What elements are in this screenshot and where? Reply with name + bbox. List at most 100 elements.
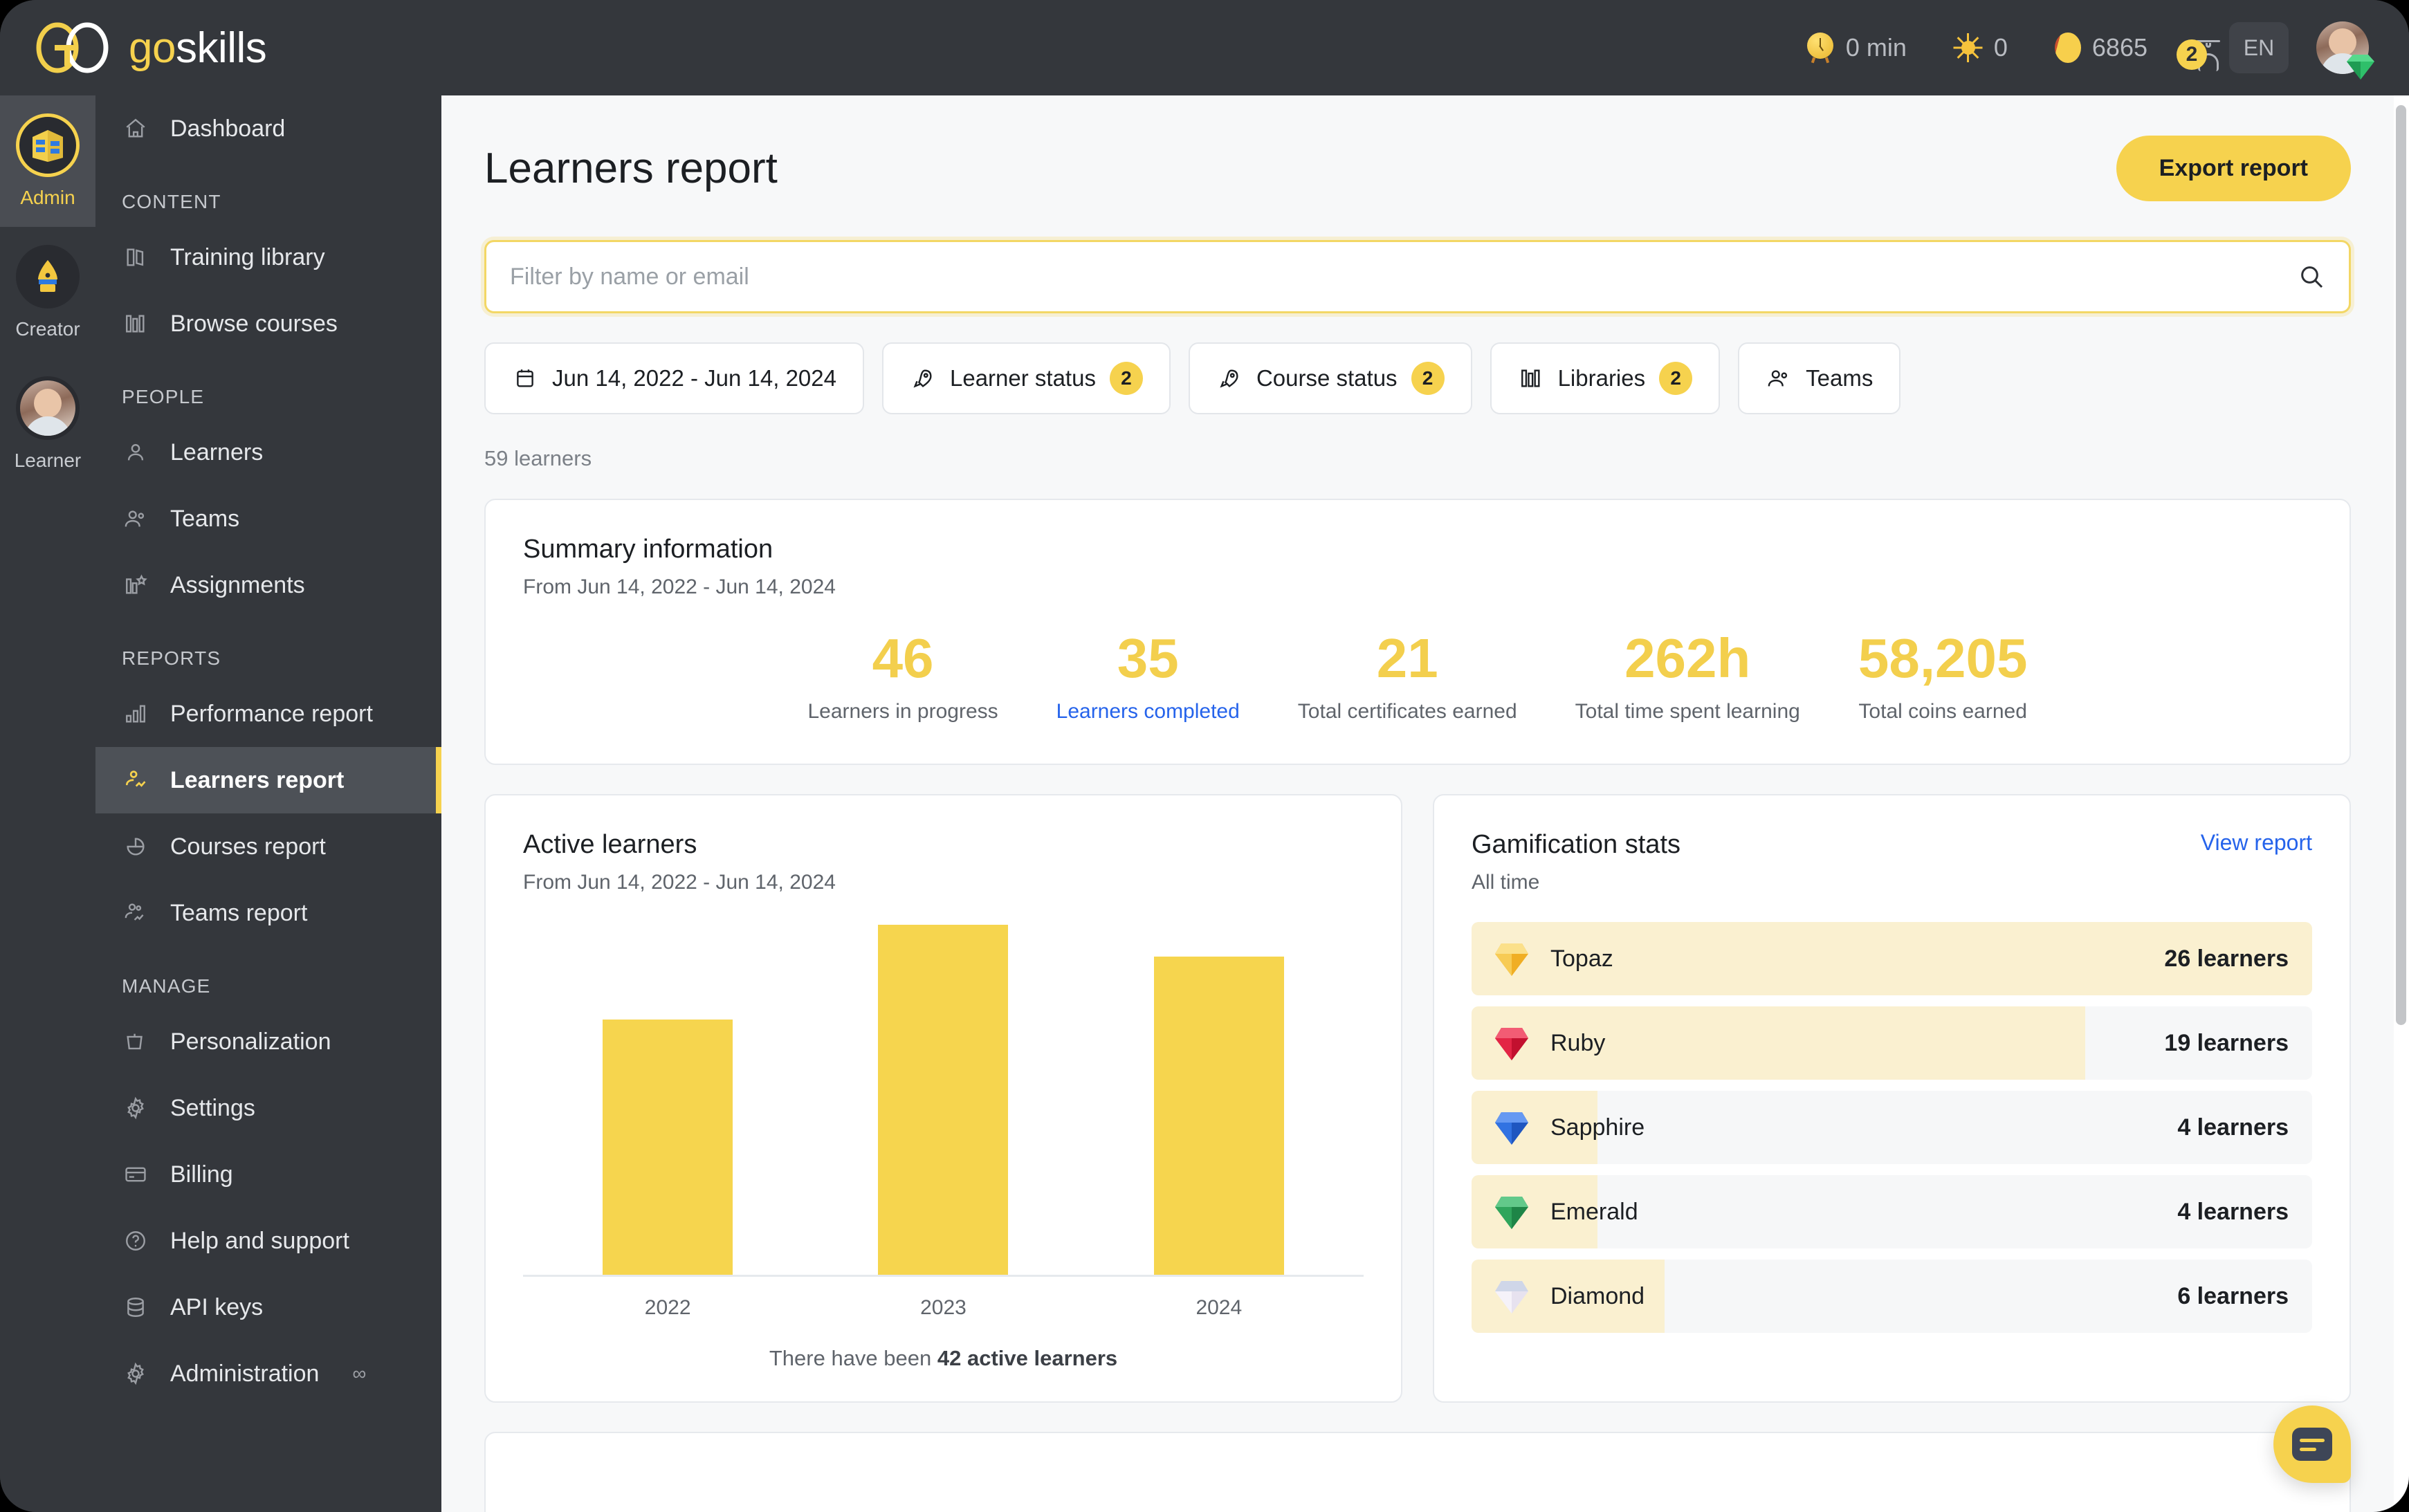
rail-label-learner: Learner	[14, 450, 82, 471]
sidebar-item-help-and-support[interactable]: Help and support	[95, 1208, 441, 1274]
gamification-row-topaz[interactable]: Topaz 26 learners	[1472, 922, 2312, 995]
chart-bar[interactable]	[1153, 956, 1284, 1275]
gamification-row-ruby[interactable]: Ruby 19 learners	[1472, 1006, 2312, 1080]
chart-axis-labels: 2022 2023 2024	[530, 1296, 1357, 1320]
filter-chip-learner-status[interactable]: Learner status 2	[882, 342, 1171, 414]
filter-chip-libraries[interactable]: Libraries 2	[1490, 342, 1721, 414]
gamification-name: Sapphire	[1550, 1114, 1645, 1141]
stat-total-coins-earned: 58,205 Total coins earned	[1829, 629, 2057, 723]
top-bar-right: 0 min 0 6865 2 EN	[1782, 21, 2374, 80]
rail-item-learner[interactable]: Learner	[0, 358, 95, 490]
brand-skills: skills	[175, 24, 267, 72]
infinity-logo-icon	[36, 22, 111, 73]
chart-bar[interactable]	[878, 925, 1009, 1275]
chat-support-button[interactable]	[2273, 1405, 2351, 1483]
page-scrollbar-thumb[interactable]	[2396, 105, 2406, 1025]
sidebar-item-settings[interactable]: Settings	[95, 1075, 441, 1141]
sidebar-item-assignments[interactable]: Assignments	[95, 552, 441, 618]
sidebar-item-billing[interactable]: Billing	[95, 1141, 441, 1208]
sidebar-section-manage: MANAGE	[122, 975, 211, 997]
filter-chip-date-range[interactable]: Jun 14, 2022 - Jun 14, 2024	[484, 342, 864, 414]
sidebar-item-teams[interactable]: Teams	[95, 486, 441, 552]
gamification-value: 4 learners	[2177, 1198, 2289, 1225]
coin-icon	[2054, 33, 2081, 63]
rail-label-creator: Creator	[15, 318, 80, 340]
chart-tick-label: 2023	[920, 1296, 967, 1319]
rocket-icon	[910, 365, 936, 391]
search-input[interactable]	[510, 263, 2298, 291]
bar-chart-icon	[122, 700, 149, 728]
sidebar-item-api-keys[interactable]: API keys	[95, 1274, 441, 1340]
stat-value: 21	[1376, 627, 1438, 689]
team-report-icon	[122, 899, 149, 927]
sidebar-item-administration[interactable]: Administration ∞	[95, 1340, 441, 1407]
gamification-row-emerald[interactable]: Emerald 4 learners	[1472, 1175, 2312, 1248]
active-learners-subtitle: From Jun 14, 2022 - Jun 14, 2024	[523, 871, 836, 894]
stat-label: Total time spent learning	[1575, 700, 1800, 723]
app-window: goskills 0 min 0 6865 2 EN Admin Creator…	[0, 0, 2409, 1512]
filter-label-date-range: Jun 14, 2022 - Jun 14, 2024	[552, 365, 836, 391]
chart-bar-slot-2023	[805, 925, 1081, 1275]
sidebar-nav: Dashboard CONTENT Training library Brows…	[95, 95, 441, 1512]
sapphire-gem-icon	[1492, 1109, 1531, 1146]
filter-badge-course-status: 2	[1411, 362, 1445, 395]
stat-value: 35	[1117, 627, 1179, 689]
coins-stat[interactable]: 6865	[2031, 33, 2171, 63]
sidebar-item-personalization[interactable]: Personalization	[95, 1008, 441, 1075]
assignment-star-icon	[122, 571, 149, 599]
chart-bar[interactable]	[603, 1019, 733, 1275]
book-icon	[122, 243, 149, 271]
gamification-row-sapphire[interactable]: Sapphire 4 learners	[1472, 1091, 2312, 1164]
filter-chip-course-status[interactable]: Course status 2	[1188, 342, 1472, 414]
sidebar-item-learners-report[interactable]: Learners report	[95, 747, 441, 813]
brand-go: go	[129, 24, 176, 72]
rail-item-admin[interactable]: Admin	[0, 95, 95, 227]
calendar-icon	[512, 365, 538, 391]
search-box[interactable]	[484, 240, 2351, 313]
filter-chip-teams[interactable]: Teams	[1738, 342, 1901, 414]
filter-chips: Jun 14, 2022 - Jun 14, 2024 Learner stat…	[484, 342, 2351, 414]
export-report-button[interactable]: Export report	[2116, 136, 2351, 201]
sidebar-item-courses-report[interactable]: Courses report	[95, 813, 441, 880]
gamification-row-diamond[interactable]: Diamond 6 learners	[1472, 1260, 2312, 1333]
view-report-link[interactable]: View report	[2201, 830, 2312, 856]
library-icon	[1518, 365, 1544, 391]
streak-stat[interactable]: 0	[1930, 33, 2031, 62]
time-spent-value: 0 min	[1845, 33, 1907, 62]
sidebar-item-training-library[interactable]: Training library	[95, 224, 441, 291]
avatar-icon	[16, 376, 80, 440]
learner-report-icon	[122, 766, 149, 794]
gear-icon	[122, 1094, 149, 1122]
pie-chart-icon	[122, 833, 149, 860]
chart-bar-slot-2022	[530, 925, 805, 1275]
main-content: Learners report Export report Jun 14, 20…	[441, 95, 2394, 1512]
filter-badge-libraries: 2	[1659, 362, 1693, 395]
stat-label[interactable]: Learners completed	[1056, 700, 1240, 723]
sidebar-label-learners-report: Learners report	[170, 766, 345, 793]
filter-label-course-status: Course status	[1256, 365, 1398, 391]
dashboard-columns: Active learners From Jun 14, 2022 - Jun …	[484, 794, 2351, 1403]
sidebar-section-reports: REPORTS	[122, 647, 221, 669]
summary-subtitle: From Jun 14, 2022 - Jun 14, 2024	[523, 575, 836, 598]
chart-bar-slot-2024	[1081, 925, 1357, 1275]
sidebar-item-dashboard[interactable]: Dashboard	[95, 95, 441, 162]
stat-label: Total certificates earned	[1297, 700, 1517, 723]
rail-item-creator[interactable]: Creator	[0, 227, 95, 358]
time-spent-stat[interactable]: 0 min	[1782, 33, 1930, 64]
sidebar-item-performance-report[interactable]: Performance report	[95, 681, 441, 747]
sidebar-item-learners[interactable]: Learners	[95, 419, 441, 486]
sidebar-label-administration: Administration	[170, 1360, 320, 1387]
sidebar-label-help-and-support: Help and support	[170, 1227, 349, 1254]
search-icon[interactable]	[2298, 263, 2325, 291]
language-selector[interactable]: EN	[2229, 22, 2289, 73]
sidebar-label-courses-report: Courses report	[170, 833, 326, 860]
user-avatar[interactable]	[2316, 21, 2374, 80]
sidebar-item-teams-report[interactable]: Teams report	[95, 880, 441, 946]
rail-label-admin: Admin	[20, 187, 75, 208]
gamification-subtitle: All time	[1472, 871, 1540, 894]
brand-logo[interactable]: goskills	[36, 22, 267, 73]
sidebar-item-browse-courses[interactable]: Browse courses	[95, 291, 441, 357]
page-scrollbar-track[interactable]	[2394, 95, 2409, 1512]
filter-label-libraries: Libraries	[1557, 365, 1646, 391]
alarm-clock-icon	[1806, 33, 1835, 64]
